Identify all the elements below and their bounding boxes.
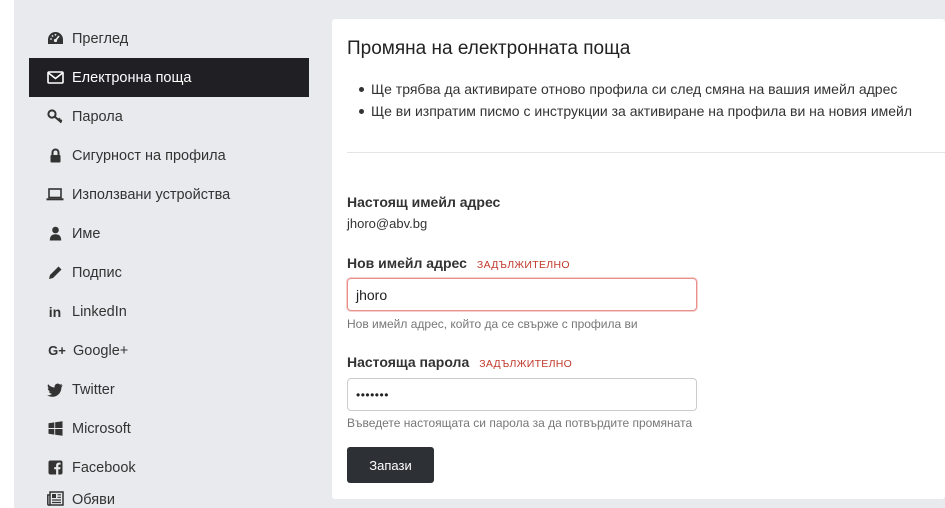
sidebar-item-signature[interactable]: Подпис bbox=[29, 253, 309, 292]
sidebar-item-linkedin[interactable]: in LinkedIn bbox=[29, 292, 309, 331]
sidebar-item-google-plus[interactable]: G+ Google+ bbox=[29, 331, 309, 370]
linkedin-icon: in bbox=[48, 303, 62, 320]
new-email-label: Нов имейл адрес bbox=[347, 255, 467, 271]
sidebar-item-label: Използвани устройства bbox=[72, 186, 231, 203]
sidebar-item-microsoft[interactable]: Microsoft bbox=[29, 409, 309, 448]
google-plus-icon: G+ bbox=[48, 343, 66, 358]
sidebar-item-label: Парола bbox=[72, 108, 123, 125]
settings-sidebar: Преглед Електронна поща Парола Сигурност… bbox=[29, 19, 309, 507]
password-input-value: ••••••• bbox=[356, 387, 389, 402]
sidebar-item-label: Обяви bbox=[72, 492, 115, 507]
info-item: Ще трябва да активирате отново профила с… bbox=[359, 79, 912, 101]
save-button[interactable]: Запази bbox=[347, 447, 434, 483]
key-icon bbox=[45, 108, 65, 126]
dashboard-icon bbox=[45, 30, 65, 48]
sidebar-item-label: Twitter bbox=[72, 381, 115, 398]
sidebar-item-password[interactable]: Парола bbox=[29, 97, 309, 136]
sidebar-item-label: Facebook bbox=[72, 459, 136, 476]
sidebar-item-label: Преглед bbox=[72, 30, 129, 47]
page-title: Промяна на електронната поща bbox=[347, 38, 631, 59]
required-badge: ЗАДЪЛЖИТЕЛНО bbox=[476, 259, 570, 271]
email-change-panel: Промяна на електронната поща Ще трябва д… bbox=[332, 19, 945, 499]
sidebar-item-listings[interactable]: Обяви bbox=[29, 487, 309, 507]
info-item: Ще ви изпратим писмо с инструкции за акт… bbox=[359, 101, 912, 123]
sidebar-item-security[interactable]: Сигурност на профила bbox=[29, 136, 309, 175]
laptop-icon bbox=[45, 186, 65, 204]
new-email-help: Нов имейл адрес, който да се свърже с пр… bbox=[347, 317, 638, 331]
sidebar-item-label: Microsoft bbox=[72, 420, 131, 437]
twitter-icon bbox=[45, 381, 65, 399]
envelope-icon bbox=[45, 69, 65, 87]
sidebar-item-facebook[interactable]: Facebook bbox=[29, 448, 309, 487]
sidebar-item-label: Сигурност на профила bbox=[72, 147, 226, 164]
sidebar-item-label: Подпис bbox=[72, 264, 122, 281]
password-label-row: Настояща парола ЗАДЪЛЖИТЕЛНО bbox=[347, 354, 572, 370]
password-input[interactable]: ••••••• bbox=[347, 378, 697, 411]
windows-icon bbox=[45, 420, 65, 438]
password-label: Настояща парола bbox=[347, 354, 470, 370]
pencil-icon bbox=[45, 264, 65, 282]
newspaper-icon bbox=[45, 489, 65, 507]
password-help: Въведете настоящата си парола за да потв… bbox=[347, 416, 693, 430]
sidebar-item-email[interactable]: Електронна поща bbox=[29, 58, 309, 97]
new-email-input-value: jhoro bbox=[356, 286, 388, 303]
new-email-label-row: Нов имейл адрес ЗАДЪЛЖИТЕЛНО bbox=[347, 255, 570, 271]
sidebar-item-label: LinkedIn bbox=[72, 303, 127, 320]
lock-icon bbox=[45, 147, 65, 165]
sidebar-item-twitter[interactable]: Twitter bbox=[29, 370, 309, 409]
sidebar-item-devices[interactable]: Използвани устройства bbox=[29, 175, 309, 214]
sidebar-item-label: Име bbox=[72, 225, 101, 242]
sidebar-item-label: Електронна поща bbox=[72, 69, 192, 86]
facebook-icon bbox=[45, 459, 65, 477]
current-email-label: Настоящ имейл адрес bbox=[347, 194, 501, 210]
required-badge: ЗАДЪЛЖИТЕЛНО bbox=[479, 358, 573, 370]
sidebar-item-label: Google+ bbox=[73, 342, 129, 359]
new-email-input[interactable]: jhoro bbox=[347, 278, 697, 311]
sidebar-item-name[interactable]: Име bbox=[29, 214, 309, 253]
sidebar-item-overview[interactable]: Преглед bbox=[29, 19, 309, 58]
info-list: Ще трябва да активирате отново профила с… bbox=[359, 79, 912, 122]
user-icon bbox=[45, 225, 65, 243]
current-email-value: jhoro@abv.bg bbox=[347, 216, 428, 231]
section-divider bbox=[347, 152, 945, 153]
